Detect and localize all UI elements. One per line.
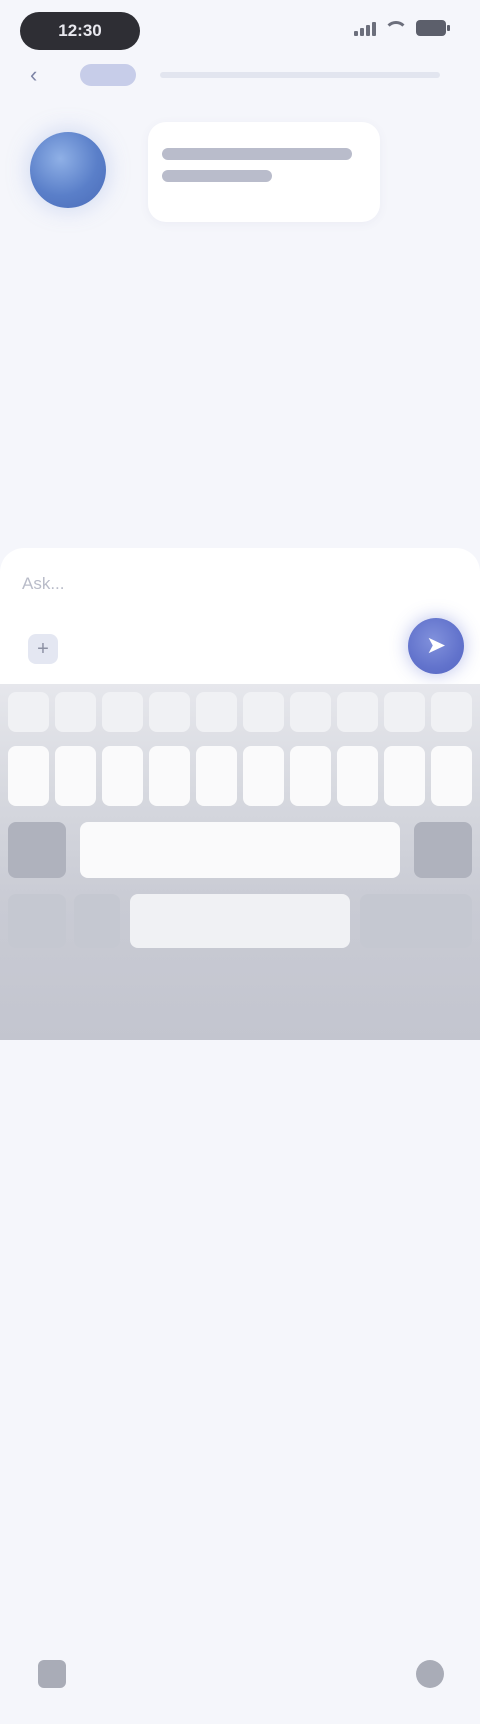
key-0[interactable] — [431, 692, 472, 732]
header-divider — [160, 72, 440, 78]
shift-key[interactable] — [8, 822, 66, 878]
key-r[interactable] — [149, 746, 190, 806]
numbers-key[interactable] — [8, 894, 66, 948]
key-q[interactable] — [8, 746, 49, 806]
key-i[interactable] — [337, 746, 378, 806]
key-o[interactable] — [384, 746, 425, 806]
key-4[interactable] — [149, 692, 190, 732]
backspace-key[interactable] — [414, 822, 472, 878]
chat-header: ‹ — [0, 58, 480, 92]
key-7[interactable] — [290, 692, 331, 732]
key-p[interactable] — [431, 746, 472, 806]
message-input[interactable]: Ask... — [22, 574, 65, 594]
chat-title-chip[interactable] — [80, 64, 136, 86]
message-text-line — [162, 148, 352, 160]
space-key[interactable] — [130, 894, 350, 948]
key-6[interactable] — [243, 692, 284, 732]
microphone-icon[interactable] — [416, 1660, 444, 1688]
key-8[interactable] — [337, 692, 378, 732]
wifi-icon — [384, 20, 408, 36]
status-icons — [354, 20, 450, 36]
emoji-key[interactable] — [74, 894, 120, 948]
key-3[interactable] — [102, 692, 143, 732]
return-key[interactable] — [360, 894, 472, 948]
key-w[interactable] — [55, 746, 96, 806]
signal-icon — [354, 20, 376, 36]
assistant-avatar — [30, 132, 106, 208]
plus-icon[interactable]: + — [28, 634, 58, 664]
message-bubble — [148, 122, 380, 222]
back-arrow-icon[interactable]: ‹ — [30, 64, 52, 86]
send-button[interactable]: ➤ — [408, 618, 464, 674]
key-e[interactable] — [102, 746, 143, 806]
keyboard-hide-icon[interactable] — [38, 1660, 66, 1688]
on-screen-keyboard — [0, 684, 480, 1688]
key-9[interactable] — [384, 692, 425, 732]
status-time: 12:30 — [20, 12, 140, 50]
battery-icon — [416, 20, 450, 36]
key-2[interactable] — [55, 692, 96, 732]
key-y[interactable] — [243, 746, 284, 806]
status-bar: 12:30 — [0, 0, 480, 64]
key-t[interactable] — [196, 746, 237, 806]
letter-row-bottom[interactable] — [80, 822, 400, 878]
system-nav-bar — [0, 1632, 480, 1724]
key-1[interactable] — [8, 692, 49, 732]
message-text-line — [162, 170, 272, 182]
key-u[interactable] — [290, 746, 331, 806]
key-5[interactable] — [196, 692, 237, 732]
message-composer[interactable]: Ask... + — [0, 548, 480, 684]
